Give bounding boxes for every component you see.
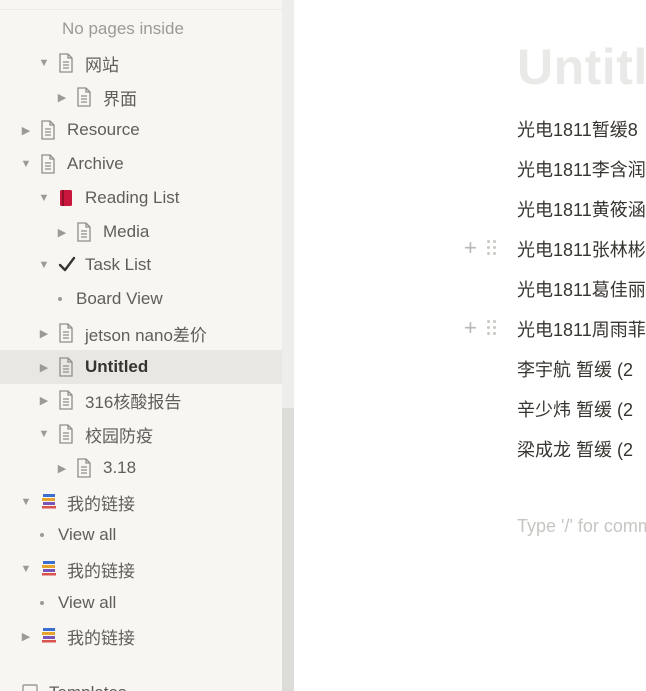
page-icon bbox=[58, 357, 76, 377]
sidebar-item-label: View all bbox=[58, 593, 117, 612]
chevron-down-icon[interactable]: ▼ bbox=[38, 428, 50, 440]
sidebar-item[interactable]: ▶ Untitled bbox=[0, 350, 282, 384]
text-block[interactable]: 光电1811暂缓8 bbox=[517, 116, 638, 142]
block-handle[interactable]: + bbox=[464, 236, 504, 260]
page-icon bbox=[40, 120, 58, 140]
drag-handle-icon[interactable] bbox=[486, 320, 497, 336]
sidebar: No pages inside ▼ 网站 ▶ 界面 ▶ Resource ▼ Archive ▼ R… bbox=[0, 0, 282, 691]
sidebar-item[interactable]: ▼ Archive bbox=[0, 147, 282, 181]
sidebar-item-label: 网站 bbox=[85, 55, 119, 75]
sidebar-item[interactable]: ▼ 我的链接 bbox=[0, 485, 282, 519]
chevron-right-icon[interactable]: ▶ bbox=[20, 124, 32, 137]
sidebar-item[interactable]: ▼ 网站 bbox=[0, 46, 282, 80]
page-icon bbox=[58, 390, 76, 410]
sidebar-item[interactable]: ▶ Media bbox=[0, 215, 282, 249]
page-icon bbox=[76, 458, 94, 478]
books-icon bbox=[40, 626, 58, 646]
sidebar-item[interactable]: ▶ jetson nano差价 bbox=[0, 316, 282, 350]
books-icon bbox=[40, 492, 58, 512]
text-block[interactable]: 光电1811李含润 bbox=[517, 156, 646, 182]
page-editor: Untitled 光电1811暂缓8 光电1811李含润光电1811黄筱涵光电18… bbox=[294, 0, 646, 691]
bullet-icon bbox=[40, 533, 54, 537]
sidebar-item-label: Task List bbox=[85, 255, 152, 274]
chevron-down-icon[interactable]: ▼ bbox=[38, 192, 50, 204]
sidebar-item-label: 我的链接 bbox=[67, 628, 135, 648]
scrollbar-thumb[interactable] bbox=[282, 408, 294, 691]
chevron-right-icon[interactable]: ▶ bbox=[38, 327, 50, 340]
sidebar-item: No pages inside bbox=[0, 12, 282, 46]
sidebar-item[interactable]: View all bbox=[0, 518, 282, 552]
plus-icon[interactable]: + bbox=[464, 237, 477, 259]
sidebar-item[interactable]: ▼ Task List bbox=[0, 248, 282, 282]
sidebar-item[interactable]: ▼ 校园防疫 bbox=[0, 417, 282, 451]
drag-handle-icon[interactable] bbox=[486, 240, 497, 256]
bullet-icon bbox=[40, 601, 54, 605]
bullet-icon bbox=[58, 297, 72, 301]
page-icon bbox=[40, 154, 58, 174]
sidebar-item[interactable]: View all bbox=[0, 586, 282, 620]
sidebar-item-label: 316核酸报告 bbox=[85, 392, 182, 412]
sidebar-item-label: 界面 bbox=[103, 89, 137, 109]
sidebar-item[interactable]: Board View bbox=[0, 282, 282, 316]
sidebar-item[interactable]: ▼ Reading List bbox=[0, 181, 282, 215]
sidebar-item-label: Archive bbox=[67, 154, 124, 173]
sidebar-item-label: 3.18 bbox=[103, 458, 137, 477]
text-block[interactable]: 辛少炜 暂缓 (2 bbox=[517, 396, 633, 422]
sidebar-item-label: Media bbox=[103, 222, 150, 241]
sidebar-item-label: jetson nano差价 bbox=[85, 325, 207, 345]
sidebar-item[interactable]: ▶ Resource bbox=[0, 113, 282, 147]
text-block[interactable]: 梁成龙 暂缓 (2 bbox=[517, 436, 633, 462]
chevron-right-icon[interactable]: ▶ bbox=[56, 462, 68, 475]
sidebar-item-label: Reading List bbox=[85, 188, 180, 207]
sidebar-item[interactable]: ▶ 316核酸报告 bbox=[0, 383, 282, 417]
sidebar-item-label: 校园防疫 bbox=[85, 426, 153, 446]
chevron-down-icon[interactable]: ▼ bbox=[20, 563, 32, 575]
page-title[interactable]: Untitled bbox=[517, 38, 646, 96]
sidebar-item[interactable]: ▶ 界面 bbox=[0, 80, 282, 114]
text-block[interactable]: 光电1811葛佳丽 bbox=[517, 276, 646, 302]
books-icon bbox=[40, 559, 58, 579]
sidebar-scrollbar[interactable] bbox=[282, 0, 294, 691]
chevron-right-icon[interactable]: ▶ bbox=[20, 630, 32, 643]
sidebar-item-label: Board View bbox=[76, 289, 163, 308]
text-block[interactable]: 光电1811周雨菲 bbox=[517, 316, 646, 342]
sidebar-item-label: 我的链接 bbox=[67, 494, 135, 514]
scrollbar-track bbox=[282, 0, 294, 408]
block-handle[interactable]: + bbox=[464, 316, 504, 340]
sidebar-item[interactable]: ▶ 3.18 bbox=[0, 451, 282, 485]
sidebar-item-label: Resource bbox=[67, 120, 140, 139]
empty-block-placeholder[interactable]: Type '/' for commands bbox=[517, 516, 646, 537]
chevron-right-icon[interactable]: ▶ bbox=[38, 394, 50, 407]
sidebar-item-label: View all bbox=[58, 525, 117, 544]
sidebar-item-label: No pages inside bbox=[62, 19, 184, 38]
page-icon bbox=[58, 424, 76, 444]
text-block[interactable]: 李宇航 暂缓 (2 bbox=[517, 356, 633, 382]
chevron-right-icon[interactable]: ▶ bbox=[56, 226, 68, 239]
chevron-down-icon[interactable]: ▼ bbox=[20, 496, 32, 508]
page-icon bbox=[58, 323, 76, 343]
check-icon bbox=[58, 255, 76, 275]
chevron-down-icon[interactable]: ▼ bbox=[38, 259, 50, 271]
chevron-down-icon[interactable]: ▼ bbox=[20, 158, 32, 170]
plus-icon[interactable]: + bbox=[464, 317, 477, 339]
sidebar-item-label: Untitled bbox=[85, 357, 149, 376]
chevron-down-icon[interactable]: ▼ bbox=[38, 57, 50, 69]
sidebar-item[interactable]: ▼ 我的链接 bbox=[0, 552, 282, 586]
templates-icon bbox=[22, 683, 40, 691]
page-icon bbox=[58, 53, 76, 73]
sidebar-item-label: Templates bbox=[49, 683, 126, 691]
sidebar-item[interactable]: ▶ 我的链接 bbox=[0, 619, 282, 653]
text-block[interactable]: 光电1811张林彬 bbox=[517, 236, 646, 262]
chevron-right-icon[interactable]: ▶ bbox=[38, 361, 50, 374]
text-block[interactable]: 光电1811黄筱涵 bbox=[517, 196, 646, 222]
chevron-right-icon[interactable]: ▶ bbox=[56, 91, 68, 104]
sidebar-item-label: 我的链接 bbox=[67, 561, 135, 581]
divider bbox=[0, 9, 282, 10]
book-icon bbox=[58, 188, 76, 208]
page-icon bbox=[76, 222, 94, 242]
page-icon bbox=[76, 87, 94, 107]
sidebar-item-templates[interactable]: Templates bbox=[0, 676, 282, 691]
